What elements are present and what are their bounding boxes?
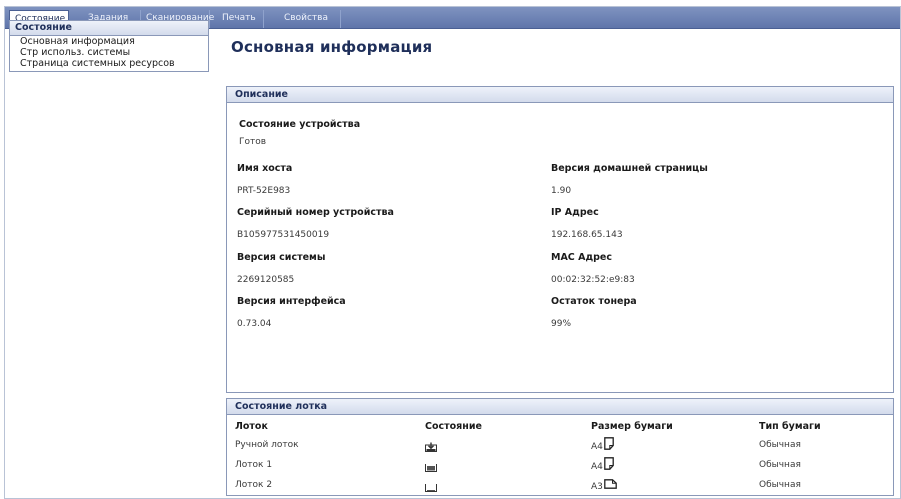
serial-number-label: Серийный номер устройства <box>237 207 394 218</box>
interface-version-label: Версия интерфейса <box>237 296 346 307</box>
paper-landscape-icon <box>604 479 617 489</box>
tray-status-header: Состояние лотка <box>227 399 893 415</box>
tray-name: Лоток 1 <box>235 460 273 470</box>
system-version-value: 2269120585 <box>237 275 295 285</box>
tray-empty-icon <box>425 484 437 492</box>
tray-full-icon <box>425 464 437 472</box>
homepage-version-label: Версия домашней страницы <box>551 163 708 174</box>
paper-size: A3 <box>591 482 603 492</box>
tray-loading-icon <box>425 442 437 452</box>
paper-type: Обычная <box>759 480 801 490</box>
device-status-label: Состояние устройства <box>239 119 361 130</box>
system-version-label: Версия системы <box>237 252 326 263</box>
tab-properties[interactable]: Свойства <box>279 10 341 28</box>
paper-portrait-icon <box>604 437 614 450</box>
interface-version-value: 0.73.04 <box>237 319 272 329</box>
mac-address-label: MAC Адрес <box>551 252 612 263</box>
hostname-label: Имя хоста <box>237 163 293 174</box>
sidebar-item-system-usage[interactable]: Стр использ. системы <box>10 47 208 58</box>
paper-type: Обычная <box>759 440 801 450</box>
tray-status-panel: Состояние лотка Лоток Состояние Размер б… <box>226 398 894 496</box>
tray-column-header: Лоток <box>235 421 268 432</box>
tray-name: Ручной лоток <box>235 440 299 450</box>
paper-portrait-icon <box>604 457 614 470</box>
status-column-header: Состояние <box>425 421 482 432</box>
paper-type-column-header: Тип бумаги <box>759 421 821 432</box>
serial-number-value: B105977531450019 <box>237 230 330 240</box>
hostname-value: PRT-52E983 <box>237 186 291 196</box>
sidebar-title: Состояние <box>10 21 208 36</box>
description-panel: Описание Состояние устройства Готов Имя … <box>226 86 894 393</box>
ip-address-value: 192.168.65.143 <box>551 230 623 240</box>
homepage-version-value: 1.90 <box>551 186 572 196</box>
ip-address-label: IP Адрес <box>551 207 599 218</box>
paper-type: Обычная <box>759 460 801 470</box>
description-header: Описание <box>227 87 893 103</box>
paper-size: A4 <box>591 462 603 472</box>
paper-size-column-header: Размер бумаги <box>591 421 673 432</box>
toner-remaining-label: Остаток тонера <box>551 296 637 307</box>
sidebar: Состояние Основная информация Стр исполь… <box>9 20 209 72</box>
sidebar-item-system-resources[interactable]: Страница системных ресурсов <box>10 58 208 71</box>
tab-print[interactable]: Печать <box>217 10 264 28</box>
toner-remaining-value: 99% <box>551 319 572 329</box>
mac-address-value: 00:02:32:52:e9:83 <box>551 275 635 285</box>
page-title: Основная информация <box>231 38 433 56</box>
device-status-value: Готов <box>239 137 267 147</box>
sidebar-item-basic-info[interactable]: Основная информация <box>10 36 208 47</box>
tray-name: Лоток 2 <box>235 480 273 490</box>
paper-size: A4 <box>591 442 603 452</box>
